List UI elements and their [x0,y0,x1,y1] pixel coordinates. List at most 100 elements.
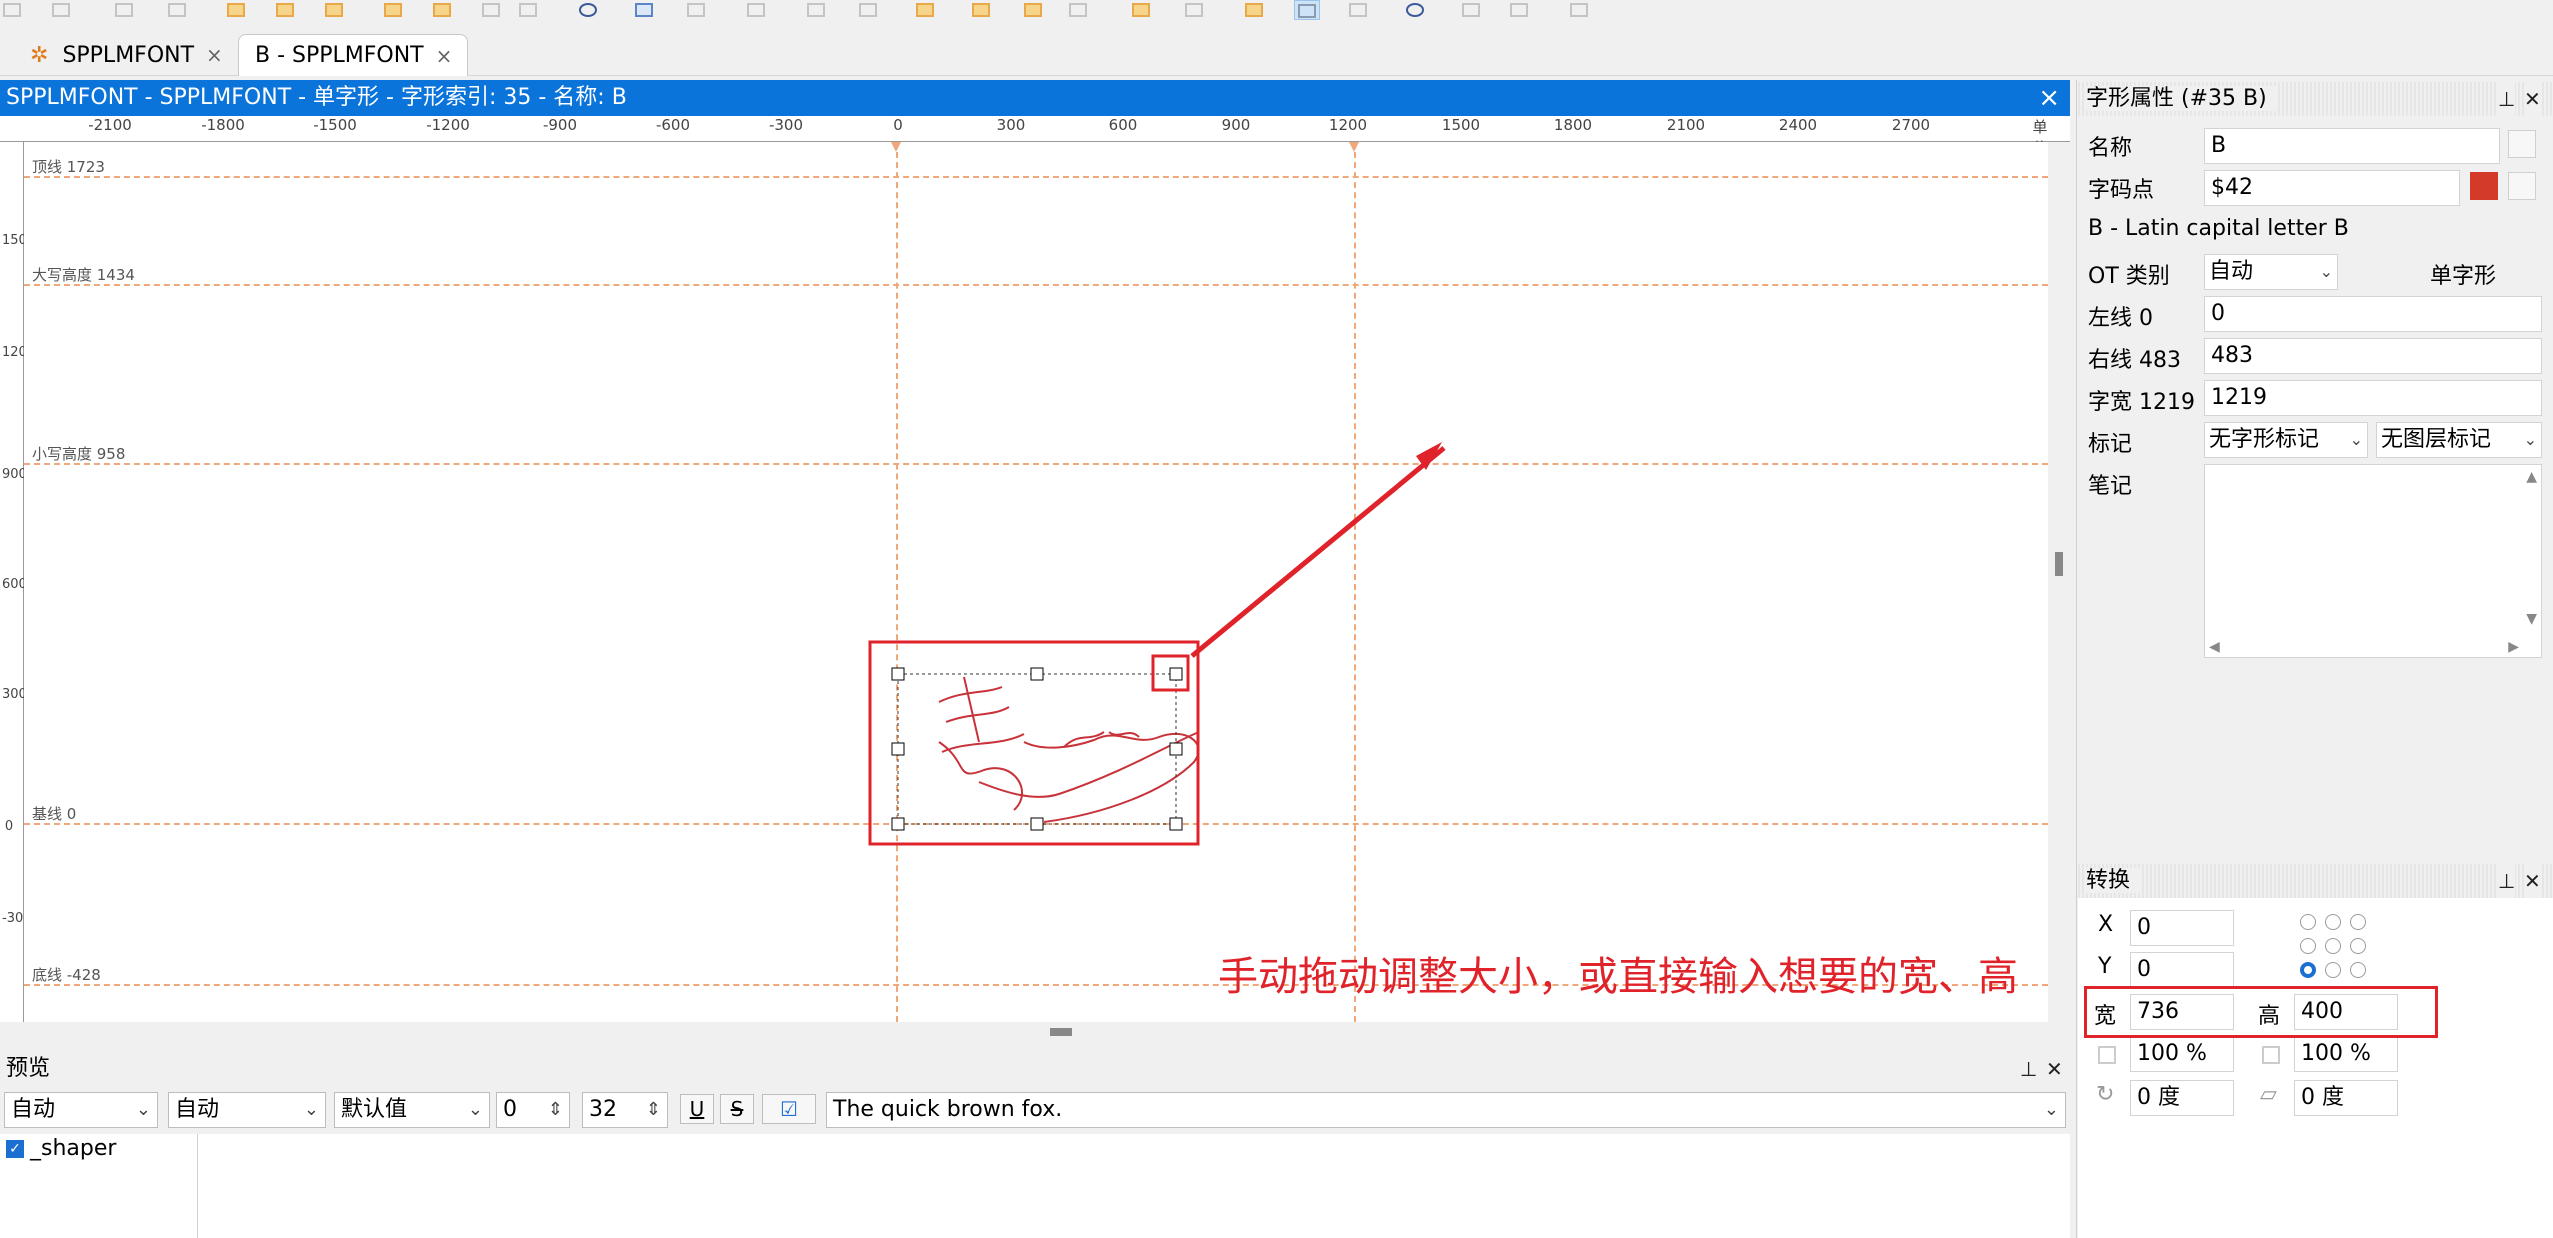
scale-y-input[interactable]: 100 % [2294,1036,2398,1072]
align-left-icon[interactable] [381,0,407,20]
glyph-properties-titlebar: 字形属性 (#35 B) ⊥ ✕ [2078,82,2553,116]
save-icon[interactable] [0,0,26,20]
spin-arrows-icon[interactable]: ⇕ [548,1093,563,1127]
table-icon[interactable] [1066,0,1092,20]
ruler-tick-label: -2100 [88,116,132,134]
anchor-icon[interactable] [1403,0,1429,20]
close-window-icon[interactable]: × [2038,80,2060,116]
offset-stepper[interactable]: 0 ⇕ [496,1092,570,1128]
pin-icon[interactable]: ⊥ [2020,1052,2037,1086]
grid-icon[interactable] [516,0,542,20]
script-select[interactable]: 自动 ⌄ [4,1092,158,1128]
align-right-icon[interactable] [430,0,456,20]
pin-icon[interactable]: ⊥ [2498,864,2516,898]
scroll-thumb[interactable] [1050,1028,1072,1036]
scroll-thumb[interactable] [2055,552,2063,576]
feature-select[interactable]: 默认值 ⌄ [334,1092,490,1128]
icon-glyph [1298,4,1317,18]
rotate-icon[interactable] [744,0,770,20]
skew-icon[interactable] [804,0,830,20]
rotate-input[interactable]: 0 度 [2130,1080,2234,1116]
pen-icon[interactable] [1507,0,1533,20]
redo-icon[interactable] [224,0,250,20]
edit-name-icon[interactable] [2508,130,2536,158]
window-title: SPPLMFONT - SPPLMFONT - 单字形 - 字形索引: 35 -… [6,85,627,110]
strikethrough-button[interactable]: S [720,1094,754,1124]
node-icon[interactable] [576,0,602,20]
origin-radio-bottom-left[interactable] [2300,962,2316,978]
close-icon[interactable]: ✕ [2046,1052,2063,1086]
combine-icon[interactable] [1021,0,1047,20]
origin-radio-top-left[interactable] [2300,914,2316,930]
left-sidebearing-input[interactable]: 0 [2204,296,2542,332]
pin-icon[interactable]: ⊥ [2498,82,2516,116]
table-icon[interactable] [1182,0,1208,20]
spin-arrows-icon[interactable]: ⇕ [646,1093,661,1127]
language-select[interactable]: 自动 ⌄ [168,1092,326,1128]
unicode-icon[interactable] [2470,172,2498,200]
vertical-scrollbar[interactable] [2048,142,2070,1022]
scroll-right-icon[interactable]: ▶ [2508,639,2519,655]
mirror-icon[interactable] [856,0,882,20]
export-icon[interactable] [322,0,348,20]
close-tab-icon[interactable]: × [206,43,223,67]
origin-radio-right[interactable] [2350,938,2366,954]
import-icon[interactable] [273,0,299,20]
x-input[interactable]: 0 [2130,910,2234,946]
ungroup-icon[interactable] [969,0,995,20]
ruler-tick-label: -300 [2,911,32,926]
scroll-left-icon[interactable]: ◀ [2209,639,2220,655]
font-icon[interactable] [1567,0,1593,20]
scroll-down-icon[interactable]: ▼ [2526,611,2537,627]
advance-width-input[interactable]: 1219 [2204,380,2542,416]
shaper-checkbox[interactable]: ✓ [6,1140,24,1158]
copy-icon[interactable] [49,0,75,20]
origin-radio-center[interactable] [2325,938,2341,954]
group-icon[interactable] [913,0,939,20]
underline-button[interactable]: U [680,1094,714,1124]
shaper-list: ✓ _shaper [0,1134,198,1238]
resize-handle-left [891,742,905,756]
note-textarea[interactable]: ▲ ▼ ◀ ▶ [2204,464,2542,658]
checkbox-icon[interactable]: ☑ [762,1094,816,1124]
grid-active-icon[interactable] [1294,0,1321,20]
right-sidebearing-input[interactable]: 483 [2204,338,2542,374]
edit-codepoint-icon[interactable] [2508,172,2536,200]
glyph-mark-select[interactable]: 无字形标记 ⌄ [2204,422,2368,458]
size-stepper[interactable]: 32 ⇕ [582,1092,668,1128]
scale-x-input[interactable]: 100 % [2130,1036,2234,1072]
glyph-overlay [868,142,1446,846]
name-input[interactable]: B [2204,128,2500,164]
tab-glyph-b[interactable]: B - SPPLMFONT × [238,34,468,76]
horizontal-scrollbar[interactable] [0,1022,2070,1044]
origin-radio-bottom-right[interactable] [2350,962,2366,978]
origin-radio-top-right[interactable] [2350,914,2366,930]
origin-radio-left[interactable] [2300,938,2316,954]
sample-text-input[interactable]: The quick brown fox. ⌄ [826,1092,2066,1128]
undo-icon[interactable] [165,0,191,20]
glyph-canvas[interactable]: 顶线 1723 大写高度 1434 小写高度 958 基线 0 底线 -428 [24,142,2048,1022]
layer-mark-select[interactable]: 无图层标记 ⌄ [2376,422,2542,458]
anchor-link-icon[interactable] [1459,0,1485,20]
icon-glyph [115,3,134,17]
paste-icon[interactable] [112,0,138,20]
close-icon[interactable]: ✕ [2524,864,2541,898]
lock-table-icon[interactable] [1242,0,1268,20]
origin-radio-bottom[interactable] [2325,962,2341,978]
tab-spplmfont[interactable]: ✲ SPPLMFONT × [20,34,232,76]
table-link-icon[interactable] [1129,0,1155,20]
flip-icon[interactable] [479,0,505,20]
scroll-up-icon[interactable]: ▲ [2526,469,2537,485]
ruler-tick-label: 0 [4,819,14,834]
skew-input[interactable]: 0 度 [2294,1080,2398,1116]
codepoint-input[interactable]: $42 [2204,170,2460,206]
pointer-icon[interactable] [684,0,710,20]
close-icon[interactable]: ✕ [2524,82,2541,116]
y-input[interactable]: 0 [2130,952,2234,988]
ot-class-select[interactable]: 自动 ⌄ [2204,254,2338,290]
signature-glyph-outline [938,676,1200,823]
close-tab-icon[interactable]: × [436,44,453,68]
add-point-icon[interactable] [632,0,658,20]
origin-radio-top[interactable] [2325,914,2341,930]
table-sync-icon[interactable] [1346,0,1372,20]
